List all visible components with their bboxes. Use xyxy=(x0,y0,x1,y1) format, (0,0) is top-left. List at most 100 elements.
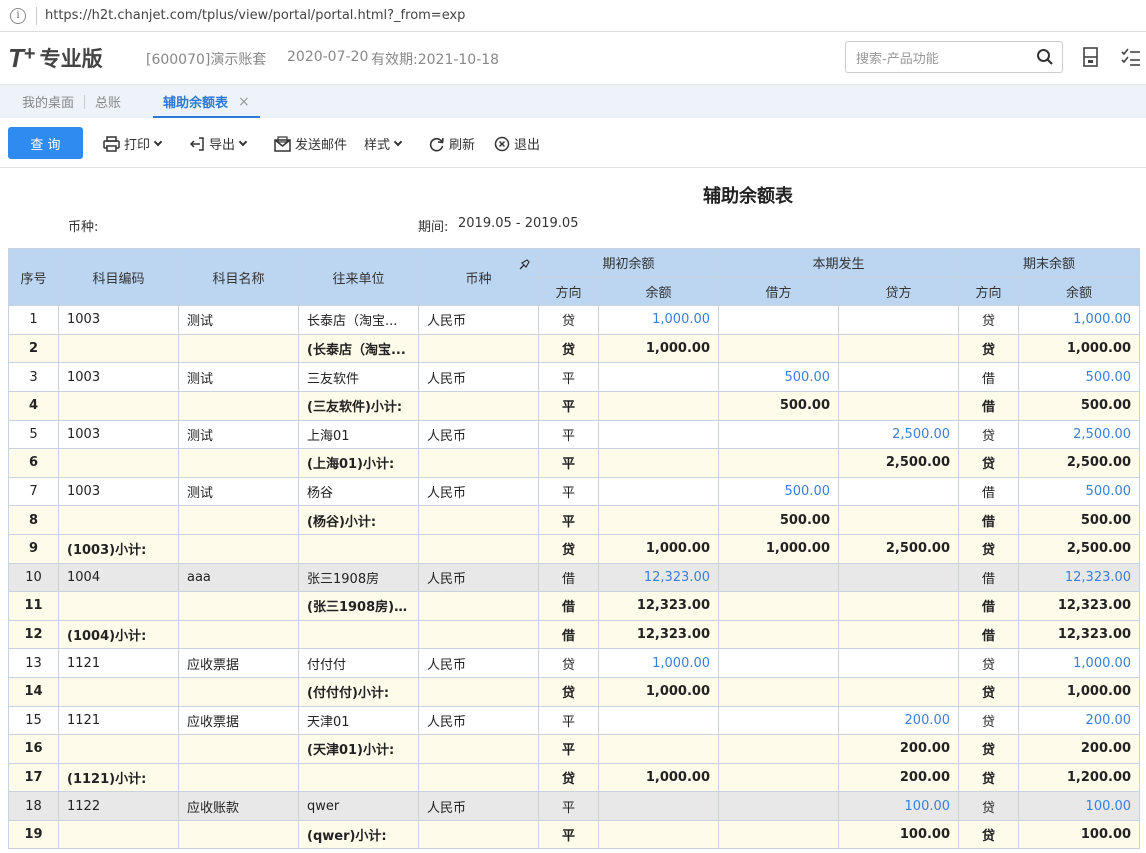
table-row[interactable]: 2 (长泰店（淘宝... 贷 1,000.00 贷 1,000.00 xyxy=(8,333,1141,364)
cell-credit xyxy=(838,390,960,421)
cell-debit xyxy=(718,648,840,678)
export-button[interactable]: 导出 xyxy=(189,134,248,153)
header-opening-direction[interactable]: 方向 xyxy=(538,276,599,307)
cell-account-name xyxy=(178,533,299,564)
cell-credit xyxy=(838,562,960,593)
cell-closing-direction: 借 xyxy=(958,362,1020,392)
table-row[interactable]: 19 (qwer)小计: 平 100.00 贷 100.00 xyxy=(8,819,1141,850)
table-row[interactable]: 4 (三友软件)小计: 平 500.00 借 500.00 xyxy=(8,390,1141,421)
header-closing-amount[interactable]: 余额 xyxy=(1018,276,1141,307)
tab-general-ledger[interactable]: 总账 xyxy=(85,85,131,118)
table-row[interactable]: 13 1121 应收票据 付付付 人民币贷 1,000.00 贷 1,000.00 xyxy=(8,648,1141,678)
cell-seq: 16 xyxy=(8,734,59,764)
header-credit[interactable]: 贷方 xyxy=(838,276,960,307)
table-row[interactable]: 3 1003 测试 三友软件 人民币平 500.00 借 500.00 xyxy=(8,362,1141,392)
table-row[interactable]: 5 1003 测试 上海01 人民币平 2,500.00 贷 2,500.00 xyxy=(8,419,1141,450)
cell-counterparty: (天津01)小计: xyxy=(298,734,419,764)
cell-closing-amount: 2,500.00 xyxy=(1018,448,1141,478)
table-row[interactable]: 9 (1003)小计: 贷 1,000.00 1,000.00 2,500.00 贷 2,50… xyxy=(8,533,1141,564)
browser-address-bar[interactable]: i https://h2t.chanjet.com/tplus/view/por… xyxy=(0,0,1146,32)
cell-opening-amount xyxy=(597,791,720,821)
cell-debit xyxy=(718,305,840,335)
cell-counterparty: 三友软件 xyxy=(298,362,419,392)
cell-seq: 14 xyxy=(8,676,59,707)
url-text[interactable]: https://h2t.chanjet.com/tplus/view/porta… xyxy=(45,8,465,23)
cell-credit: 100.00 xyxy=(838,791,960,821)
cell-account-name xyxy=(178,333,299,364)
cell-counterparty: (qwer)小计: xyxy=(298,819,419,850)
cell-account-code xyxy=(58,333,179,364)
cell-account-name: 应收账款 xyxy=(178,791,299,821)
calculator-icon[interactable] xyxy=(1080,46,1102,68)
tab-label: 总账 xyxy=(95,96,122,111)
cell-credit xyxy=(838,505,960,535)
table-row[interactable]: 14 (付付付)小计: 贷 1,000.00 贷 1,000.00 xyxy=(8,676,1141,707)
cell-opening-amount xyxy=(597,390,720,421)
refresh-button[interactable]: 刷新 xyxy=(428,134,475,153)
table-row[interactable]: 17 (1121)小计: 贷 1,000.00 200.00 贷 1,200.00 xyxy=(8,762,1141,793)
cell-opening-direction: 平 xyxy=(538,734,599,764)
cell-account-name xyxy=(178,390,299,421)
login-date: 2020-07-20 xyxy=(287,49,369,65)
table-row[interactable]: 11 (张三1908房)小... 借 12,323.00 借 12,323.00 xyxy=(8,591,1141,621)
header-closing-direction[interactable]: 方向 xyxy=(958,276,1020,307)
cell-account-code: 1003 xyxy=(58,419,179,450)
exit-button[interactable]: 退出 xyxy=(494,134,540,153)
cell-closing-direction: 借 xyxy=(958,591,1020,621)
tab-my-desktop[interactable]: 我的桌面 xyxy=(12,85,84,118)
cell-account-code: (1121)小计: xyxy=(58,762,179,793)
pin-icon[interactable] xyxy=(518,259,530,271)
cell-closing-direction: 贷 xyxy=(958,533,1020,564)
cell-seq: 7 xyxy=(8,476,59,507)
print-button[interactable]: 打印 xyxy=(103,134,163,153)
exit-label: 退出 xyxy=(514,138,541,153)
cell-account-code: 1003 xyxy=(58,305,179,335)
header-opening-amount[interactable]: 余额 xyxy=(597,276,720,307)
chevron-down-icon xyxy=(238,137,248,146)
print-label: 打印 xyxy=(124,138,151,153)
cell-opening-amount: 1,000.00 xyxy=(597,676,720,707)
query-button[interactable]: 查 询 xyxy=(8,127,83,159)
table-row[interactable]: 7 1003 测试 杨谷 人民币平 500.00 借 500.00 xyxy=(8,476,1141,507)
cell-closing-direction: 贷 xyxy=(958,419,1020,450)
table-row[interactable]: 10 1004 aaa 张三1908房 人民币借 12,323.00 借 12,323.00 xyxy=(8,562,1141,593)
header-counterparty[interactable]: 往来单位 xyxy=(298,247,419,307)
header-debit[interactable]: 借方 xyxy=(718,276,840,307)
style-button[interactable]: 样式 xyxy=(364,134,403,153)
table-row[interactable]: 6 (上海01)小计: 平 2,500.00 贷 2,500.00 xyxy=(8,448,1141,478)
cell-closing-direction: 贷 xyxy=(958,791,1020,821)
header-opening-balance: 期初余额 xyxy=(537,248,720,278)
table-row[interactable]: 16 (天津01)小计: 平 200.00 贷 200.00 xyxy=(8,734,1141,764)
table-row[interactable]: 12 (1004)小计: 借 12,323.00 借 12,323.00 xyxy=(8,619,1141,650)
table-row[interactable]: 15 1121 应收票据 天津01 人民币平 200.00 贷 200.00 xyxy=(8,705,1141,736)
cell-account-name xyxy=(178,505,299,535)
cell-closing-amount: 12,323.00 xyxy=(1018,591,1141,621)
table-row[interactable]: 8 (杨谷)小计: 平 500.00 借 500.00 xyxy=(8,505,1141,535)
cell-seq: 12 xyxy=(8,619,59,650)
header-currency[interactable]: 币种 xyxy=(418,247,539,307)
cell-opening-amount: 1,000.00 xyxy=(597,533,720,564)
cell-credit: 2,500.00 xyxy=(838,533,960,564)
tab-aux-balance[interactable]: 辅助余额表 × xyxy=(153,85,260,118)
close-icon[interactable]: × xyxy=(238,94,250,110)
toolbar: 查 询 打印 导出 发送邮件 样式 刷新 退出 xyxy=(0,118,1146,168)
cell-seq: 13 xyxy=(8,648,59,678)
table-row[interactable]: 18 1122 应收账款 qwer 人民币平 100.00 贷 100.00 xyxy=(8,791,1141,821)
cell-closing-amount: 12,323.00 xyxy=(1018,619,1141,650)
task-list-icon[interactable] xyxy=(1120,46,1142,68)
cell-counterparty: 天津01 xyxy=(298,705,419,736)
site-info-icon[interactable]: i xyxy=(10,7,26,24)
search-icon[interactable] xyxy=(1036,48,1054,66)
cell-opening-direction: 平 xyxy=(538,448,599,478)
header-seq[interactable]: 序号 xyxy=(8,247,59,307)
header-account-code[interactable]: 科目编码 xyxy=(58,247,179,307)
logo-plus: + xyxy=(23,42,36,65)
search-input[interactable]: 搜索-产品功能 xyxy=(845,41,1063,73)
cell-currency: 人民币 xyxy=(418,648,539,678)
send-email-button[interactable]: 发送邮件 xyxy=(274,134,347,153)
cell-closing-amount: 1,000.00 xyxy=(1018,648,1141,678)
table-row[interactable]: 1 1003 测试 长泰店（淘宝... 人民币贷 1,000.00 贷 1,000.00 xyxy=(8,305,1141,335)
header-account-name[interactable]: 科目名称 xyxy=(178,247,299,307)
cell-closing-amount: 200.00 xyxy=(1018,734,1141,764)
header-currency-label: 币种 xyxy=(465,271,492,287)
